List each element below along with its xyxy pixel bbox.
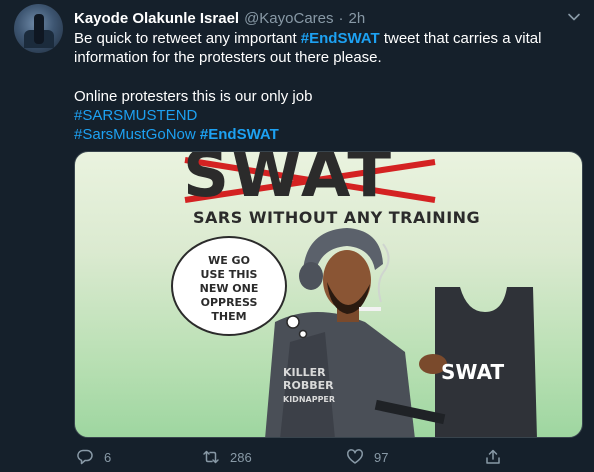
- like-button[interactable]: 97: [346, 446, 388, 468]
- author-handle[interactable]: @KayoCares: [244, 10, 333, 27]
- reply-icon: [77, 449, 93, 465]
- hashtag-endswat-inline[interactable]: #EndSWAT: [301, 30, 380, 47]
- heart-icon: [347, 449, 363, 464]
- jacket-line: KILLER: [283, 366, 326, 379]
- hashtag-sarsmustgonow[interactable]: #SarsMustGoNow: [74, 126, 196, 143]
- like-count: 97: [374, 449, 389, 465]
- tweet-time[interactable]: 2h: [349, 10, 366, 27]
- tweet-image[interactable]: SWAT SARS WITHOUT ANY TRAINING WE GO USE…: [74, 151, 583, 438]
- reply-button[interactable]: 6: [76, 446, 111, 468]
- retweet-icon: [203, 450, 219, 464]
- retweet-count: 286: [230, 449, 252, 465]
- jacket-line: ROBBER: [283, 379, 334, 392]
- share-button[interactable]: [484, 446, 512, 468]
- share-icon: [486, 449, 500, 464]
- tweet-actions: 6 286 97: [74, 446, 574, 470]
- hashtag-sarsmustend[interactable]: #SARSMUSTEND: [74, 107, 197, 124]
- tweet[interactable]: Kayode Olakunle Israel @KayoCares · 2h B…: [0, 0, 594, 472]
- author-name[interactable]: Kayode Olakunle Israel: [74, 10, 239, 27]
- separator-dot: ·: [338, 9, 344, 27]
- vest-label: SWAT: [441, 360, 505, 384]
- cartoon-title: SWAT: [183, 151, 394, 212]
- chevron-down-icon[interactable]: [567, 10, 581, 24]
- cartoon-caption: SARS WITHOUT ANY TRAINING: [193, 208, 481, 227]
- retweet-button[interactable]: 286: [202, 446, 252, 468]
- jacket-text: KILLER ROBBER KIDNAPPER: [283, 366, 335, 405]
- hashtag-endswat[interactable]: #EndSWAT: [200, 126, 279, 143]
- tweet-text: Be quick to retweet any important #EndSW…: [74, 29, 574, 144]
- tweet-text-part: Be quick to retweet any important: [74, 30, 301, 47]
- tweet-paragraph: Online protesters this is our only job: [74, 88, 313, 105]
- reply-count: 6: [104, 449, 112, 465]
- thought-bubble-text: WE GO USE THIS NEW ONE OPPRESS THEM: [199, 254, 259, 323]
- tweet-header: Kayode Olakunle Israel @KayoCares · 2h: [74, 8, 365, 28]
- jacket-line: KIDNAPPER: [283, 395, 336, 404]
- avatar[interactable]: [14, 4, 63, 53]
